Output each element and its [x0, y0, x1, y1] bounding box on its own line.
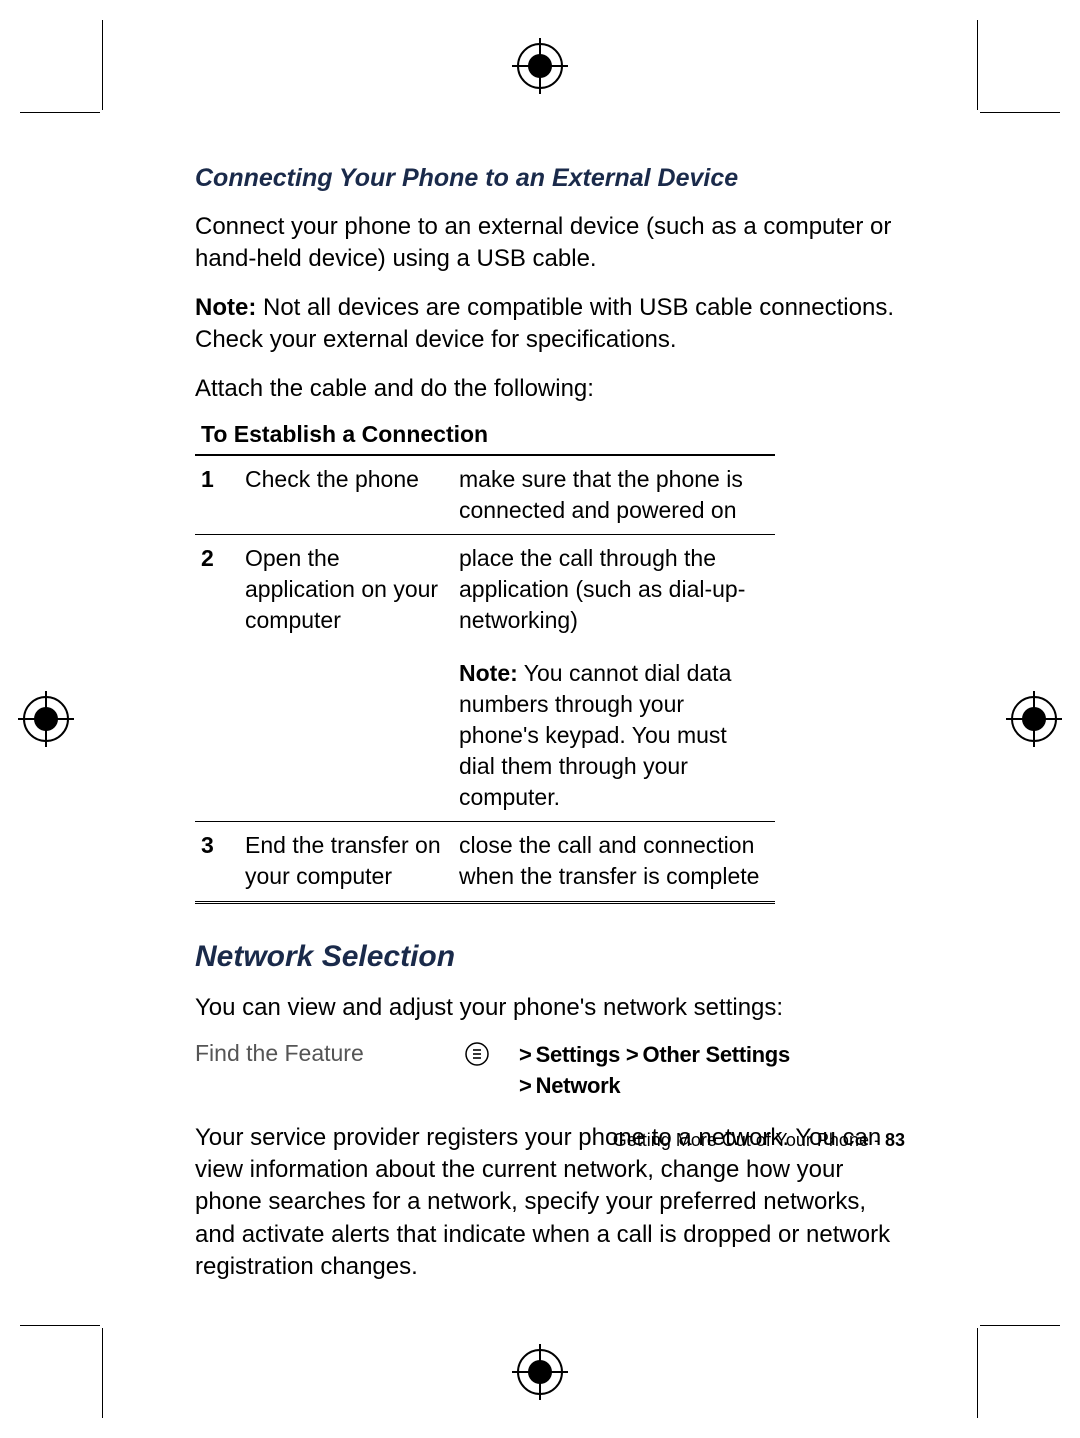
crop-mark	[102, 20, 103, 110]
find-feature-label: Find the Feature	[195, 1040, 465, 1102]
table-row: 1 Check the phone make sure that the pho…	[195, 455, 775, 535]
note-text: Not all devices are compatible with USB …	[195, 294, 894, 353]
step-number: 3	[195, 822, 239, 902]
manual-page: Connecting Your Phone to an External Dev…	[0, 0, 1080, 1438]
crop-mark	[20, 1325, 100, 1326]
step-number: 1	[195, 455, 239, 535]
crop-mark	[102, 1328, 103, 1418]
table-row: 3 End the transfer on your computer clos…	[195, 822, 775, 902]
menu-path-line: > Network	[519, 1071, 790, 1102]
menu-path: > Settings > Other Settings > Network	[519, 1040, 790, 1102]
step-number: 2	[195, 535, 239, 645]
feature-navigation: Find the Feature > Settings > Other Sett…	[195, 1040, 905, 1102]
step-action: Check the phone	[239, 455, 453, 535]
menu-key-icon	[465, 1042, 489, 1066]
table-row: 2 Open the application on your computer …	[195, 535, 775, 645]
table-caption: To Establish a Connection	[195, 421, 775, 454]
crop-mark	[977, 1328, 978, 1418]
step-note: Note: You cannot dial data numbers throu…	[453, 644, 775, 822]
table-note-row: Note: You cannot dial data numbers throu…	[195, 644, 775, 822]
body-paragraph: Connect your phone to an external device…	[195, 211, 905, 276]
crop-mark	[980, 1325, 1060, 1326]
crop-mark	[980, 112, 1060, 113]
step-description: place the call through the application (…	[453, 535, 775, 645]
step-description: make sure that the phone is connected an…	[453, 455, 775, 535]
registration-mark-icon	[1006, 691, 1062, 747]
page-number: 83	[885, 1130, 905, 1150]
menu-path-line: > Settings > Other Settings	[519, 1040, 790, 1071]
registration-mark-icon	[512, 38, 568, 94]
page-footer: Getting More Out of Your Phone - 83	[195, 1130, 905, 1151]
registration-mark-icon	[18, 691, 74, 747]
procedure-table: To Establish a Connection 1 Check the ph…	[195, 421, 775, 904]
registration-mark-icon	[512, 1344, 568, 1400]
crop-mark	[977, 20, 978, 110]
step-description: close the call and connection when the t…	[453, 822, 775, 902]
footer-section: Getting More Out of Your Phone -	[613, 1130, 885, 1150]
note-label: Note:	[459, 660, 518, 686]
note-paragraph: Note: Not all devices are compatible wit…	[195, 292, 905, 357]
step-action: End the transfer on your computer	[239, 822, 453, 902]
body-paragraph: Attach the cable and do the following:	[195, 373, 905, 405]
body-paragraph: You can view and adjust your phone's net…	[195, 992, 905, 1024]
step-action: Open the application on your computer	[239, 535, 453, 645]
crop-mark	[20, 112, 100, 113]
note-label: Note:	[195, 294, 256, 321]
subsection-heading: Connecting Your Phone to an External Dev…	[195, 164, 905, 193]
section-heading: Network Selection	[195, 940, 905, 974]
